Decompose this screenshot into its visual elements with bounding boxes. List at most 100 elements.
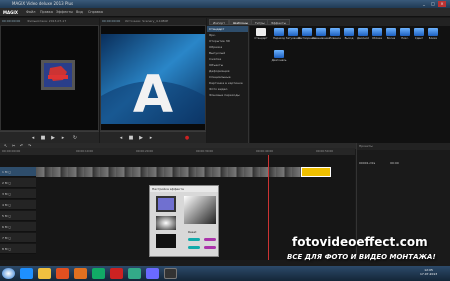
effect-thumbnail [428,28,438,36]
effect-thumbnail [274,28,284,36]
ie-icon[interactable] [20,268,33,279]
video-clip[interactable] [36,167,301,177]
tab-import[interactable]: Импорт [209,19,229,25]
playhead[interactable] [268,155,269,260]
track-number: 4 [2,203,4,207]
program-title: Источник: Scenery_4.1080P [125,19,169,23]
effect-item[interactable]: Блики [424,28,442,46]
media-icon[interactable] [56,268,69,279]
timeline-ruler[interactable]: 00:00:10:00 00:00:20:00 00:00:30:00 00:0… [36,148,355,155]
effect-thumbnail [330,28,340,36]
app-icon[interactable] [146,268,159,279]
effect-label: Стандарт [254,37,268,40]
window-title: MAGIX Video deluxe 2013 Plus [12,1,74,6]
loop-icon[interactable]: ↻ [72,135,78,141]
track-number: 8 [2,247,4,251]
track-header[interactable]: 5 M ◻ [0,211,36,221]
effect-thumbnail [274,50,284,58]
media-pool-tabs: Импорт Шаблоны Титры Эффекты [207,18,450,26]
effect-thumbnail [400,28,410,36]
track-number: 3 [2,192,4,196]
item-duration: 00:00 [390,161,399,165]
ruler-tick: 00:00:10:00 [76,149,94,153]
effect-preview-1[interactable] [156,196,176,212]
track-number: 7 [2,236,4,240]
gradient-preview[interactable] [184,196,216,224]
program-preview: A [101,34,205,125]
effect-preview-3[interactable] [156,234,176,248]
app-logo: MAGIX [3,10,18,15]
tab-effects[interactable]: Эффекты [267,19,290,25]
start-icon[interactable] [2,268,15,279]
stop-icon[interactable]: ■ [128,135,134,141]
menu-help[interactable]: Справка [88,10,103,14]
menu-view[interactable]: Вид [76,10,83,14]
next-icon[interactable]: ▸ [60,135,66,141]
app-icon[interactable] [92,268,105,279]
track-header[interactable]: 7 M ◻ [0,233,36,243]
tab-templates[interactable]: Шаблоны [229,19,252,25]
effect-item[interactable]: Стандарт [252,28,270,46]
effect-label: Блики [428,37,438,40]
close-icon[interactable]: × [438,1,446,7]
minimize-icon[interactable]: _ [420,1,428,7]
panel-header: Проекты [357,143,450,150]
watermark-site: fotovideoeffect.com [292,235,428,249]
prev-icon[interactable]: ◂ [118,135,124,141]
track-header[interactable]: 3 M ◻ [0,189,36,199]
color-swatch-teal-2[interactable] [188,246,200,249]
reset-button[interactable]: Reset [188,230,196,234]
folder-icon[interactable] [38,268,51,279]
menu-file[interactable]: Файл [26,10,35,14]
source-title: Фильмотека: 2013-07-17 [27,19,67,23]
source-timecode: 00:00:00:00 [2,19,21,23]
color-swatch-purple[interactable] [204,238,216,241]
play-icon[interactable]: ▶ [138,135,144,141]
effect-settings-dialog: Настройка эффекта Reset [149,185,219,257]
app-icon[interactable] [128,268,141,279]
effect-label: Диагональ [271,59,287,62]
app-icon[interactable] [110,268,123,279]
dialog-title: Настройка эффекта [150,186,218,192]
next-icon[interactable]: ▸ [148,135,154,141]
effect-preview-2[interactable] [156,216,176,230]
track-header[interactable]: 6 M ◻ [0,222,36,232]
category-item[interactable]: Фоновые переходы [207,92,248,98]
record-icon[interactable]: ● [184,135,190,141]
source-monitor[interactable] [0,25,99,131]
color-swatch-purple-2[interactable] [204,246,216,249]
prev-icon[interactable]: ◂ [30,135,36,141]
clock[interactable]: 12:05 17.07.2013 [420,268,437,276]
play-icon[interactable]: ▶ [50,135,56,141]
timecode-display: 00:00:00:00 [0,148,36,155]
ruler-tick: 00:00:30:00 [196,149,214,153]
source-preview [41,60,75,90]
stop-icon[interactable]: ■ [40,135,46,141]
track-number: 1 [2,170,4,174]
program-monitor[interactable]: A [100,25,206,131]
menu-effects[interactable]: Эффекты [56,10,73,14]
track-header[interactable]: 2 M ◻ [0,178,36,188]
color-swatch-teal[interactable] [188,238,200,241]
effect-thumbnail [256,28,266,36]
program-header: 00:00:00:00 Источник: Scenery_4.1080P [100,18,206,25]
menu-edit[interactable]: Правка [40,10,53,14]
timecode-label: 00:00:00:00 [2,149,21,153]
effect-item[interactable]: Диагональ [270,50,288,68]
effect-thumbnail [414,28,424,36]
program-timecode: 00:00:00:00 [102,19,121,23]
menu-bar: MAGIX Файл Правка Эффекты Вид Справка [0,8,450,17]
track-header[interactable]: 4 M ◻ [0,200,36,210]
video-clip-selected[interactable] [301,167,331,177]
track-header[interactable]: 8 M ◻ [0,244,36,254]
watermark-tagline: ВСЕ ДЛЯ ФОТО И ВИДЕО МОНТАЖА! [287,253,436,261]
track-header[interactable]: 1 M ◻ [0,167,36,177]
clock-date: 17.07.2013 [420,272,438,276]
magix-taskbar-icon[interactable] [164,268,177,279]
maximize-icon[interactable]: □ [429,1,437,7]
item-name: 00001.mts [359,161,376,165]
effect-thumbnail [288,28,298,36]
effect-thumbnail [316,28,326,36]
firefox-icon[interactable] [74,268,87,279]
list-item[interactable]: 00001.mts 00:00 [359,161,447,166]
